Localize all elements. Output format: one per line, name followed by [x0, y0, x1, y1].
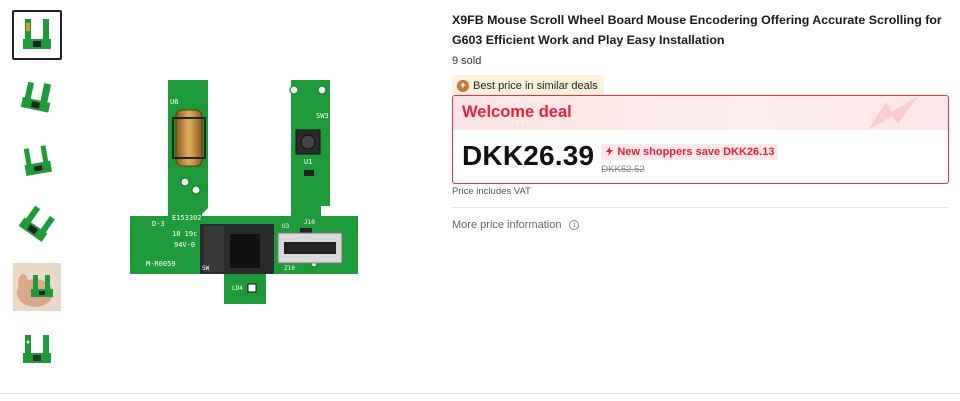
savings-text: New shoppers save DKK26.13: [617, 145, 775, 158]
pcb-label-date: 18 19c: [172, 230, 197, 238]
tag-icon: ✦: [457, 79, 469, 92]
thumbnail-board-angle-3[interactable]: [12, 199, 62, 249]
more-price-info-label: More price information: [452, 219, 562, 231]
pcb-label-sw3: SW3: [316, 112, 329, 120]
bottom-divider: [0, 393, 960, 394]
product-info: X9FB Mouse Scroll Wheel Board Mouse Enco…: [452, 10, 952, 96]
best-price-badge: ✦ Best price in similar deals: [452, 75, 604, 96]
pcb-label-code: E153302: [172, 214, 202, 222]
vat-note: Price includes VAT: [452, 186, 531, 197]
new-shopper-savings-tag: New shoppers save DKK26.13: [601, 143, 779, 160]
deal-decoration-icon: [868, 96, 918, 130]
savings-info: New shoppers save DKK26.13 DKK52.52: [601, 143, 779, 175]
thumbnail-board-angle-2[interactable]: [12, 136, 62, 186]
pcb-thumbnail-image: [23, 335, 51, 363]
thumbnail-board-angle-1[interactable]: [12, 73, 62, 123]
main-product-image[interactable]: U6 SW3 U1 D-3 E153302 18 19c 94V-0 M-R00…: [118, 58, 378, 330]
thumbnail-board-back[interactable]: [12, 325, 62, 375]
deal-header: Welcome deal: [453, 96, 948, 130]
pcb-thumbnail-image: [19, 205, 55, 242]
deal-title: Welcome deal: [462, 103, 572, 121]
more-price-info-link[interactable]: More price information i: [452, 219, 580, 231]
pcb-label-u1: U1: [304, 158, 312, 166]
pcb-label-rating: 94V-0: [174, 241, 195, 249]
product-title: X9FB Mouse Scroll Wheel Board Mouse Enco…: [452, 13, 942, 47]
pcb-label-u6: U6: [170, 98, 178, 106]
pcb-label-u3: U3: [282, 223, 290, 230]
current-price: DKK26.39: [462, 140, 595, 171]
pcb-label-z10: Z10: [284, 265, 295, 272]
pcb-thumbnail-image: [20, 81, 52, 113]
pcb-main-image: U6 SW3 U1 D-3 E153302 18 19c 94V-0 M-R00…: [130, 80, 358, 304]
sold-count: 9 sold: [452, 55, 482, 67]
lightning-icon: [606, 147, 614, 156]
pcb-label-d3: D-3: [152, 220, 165, 228]
price-row: DKK26.39 New shoppers save DKK26.13 DKK5…: [462, 140, 779, 175]
thumbnail-board-front[interactable]: [12, 10, 62, 60]
welcome-deal-box: Welcome deal DKK26.39 New shoppers save …: [452, 95, 949, 184]
divider: [452, 207, 949, 208]
pcb-label-sw: SW: [202, 265, 210, 272]
original-price: DKK52.52: [601, 164, 645, 175]
thumbnail-gallery: [12, 10, 64, 388]
pcb-label-j10: J10: [304, 219, 315, 226]
pcb-thumbnail-image: [23, 19, 51, 49]
best-price-label: Best price in similar deals: [473, 79, 598, 92]
pcb-label-model: M-R0059: [146, 260, 176, 268]
pcb-label-ld4: LD4: [232, 285, 243, 292]
info-icon[interactable]: i: [569, 220, 580, 230]
pcb-in-hand-image: [13, 263, 61, 311]
pcb-thumbnail-image: [23, 145, 53, 177]
thumbnail-board-in-hand[interactable]: [12, 262, 62, 312]
